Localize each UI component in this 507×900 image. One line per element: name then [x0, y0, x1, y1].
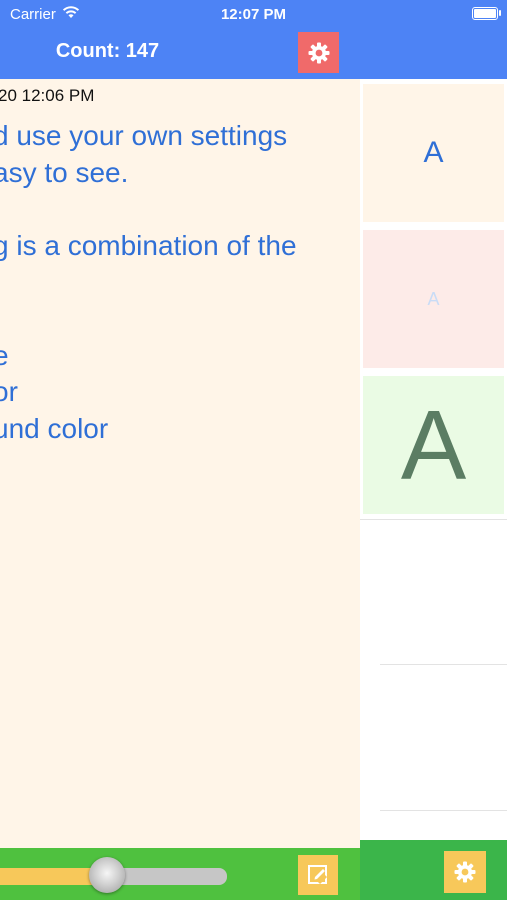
side-bottom-bar	[360, 840, 507, 900]
preset-label: A	[423, 136, 444, 169]
status-time: 12:07 PM	[220, 6, 287, 23]
style-preset-3[interactable]: A	[363, 376, 504, 514]
divider	[380, 664, 507, 665]
divider	[360, 519, 507, 520]
note-timestamp: 20 12:06 PM	[0, 86, 95, 105]
edit-note-button[interactable]	[298, 855, 338, 895]
preset-label: A	[400, 390, 467, 500]
note-text-line: e	[0, 340, 9, 371]
edit-icon	[308, 865, 328, 885]
note-text-line: asy to see.	[0, 157, 129, 188]
note-pane: Carrier Count: 147 20 12:06 PM d use you…	[0, 0, 360, 900]
note-text-line: or	[0, 376, 18, 407]
note-text-line: und color	[0, 413, 109, 444]
divider	[380, 810, 507, 811]
style-preset-2[interactable]: A	[363, 230, 504, 368]
preset-label: A	[427, 288, 440, 309]
style-sidebar: A A A	[360, 0, 507, 900]
style-settings-button[interactable]	[444, 851, 486, 893]
font-size-slider-thumb[interactable]	[89, 857, 125, 893]
slider-track-empty[interactable]	[107, 868, 227, 885]
count-title: Count: 147	[55, 40, 160, 62]
note-text-line: g is a combination of the	[0, 230, 297, 261]
style-preset-1[interactable]: A	[363, 84, 504, 222]
gear-icon	[454, 861, 476, 883]
bottom-toolbar	[0, 848, 360, 900]
gear-icon	[308, 42, 329, 63]
note-text-line: d use your own settings	[0, 120, 288, 151]
settings-button[interactable]	[298, 32, 339, 73]
